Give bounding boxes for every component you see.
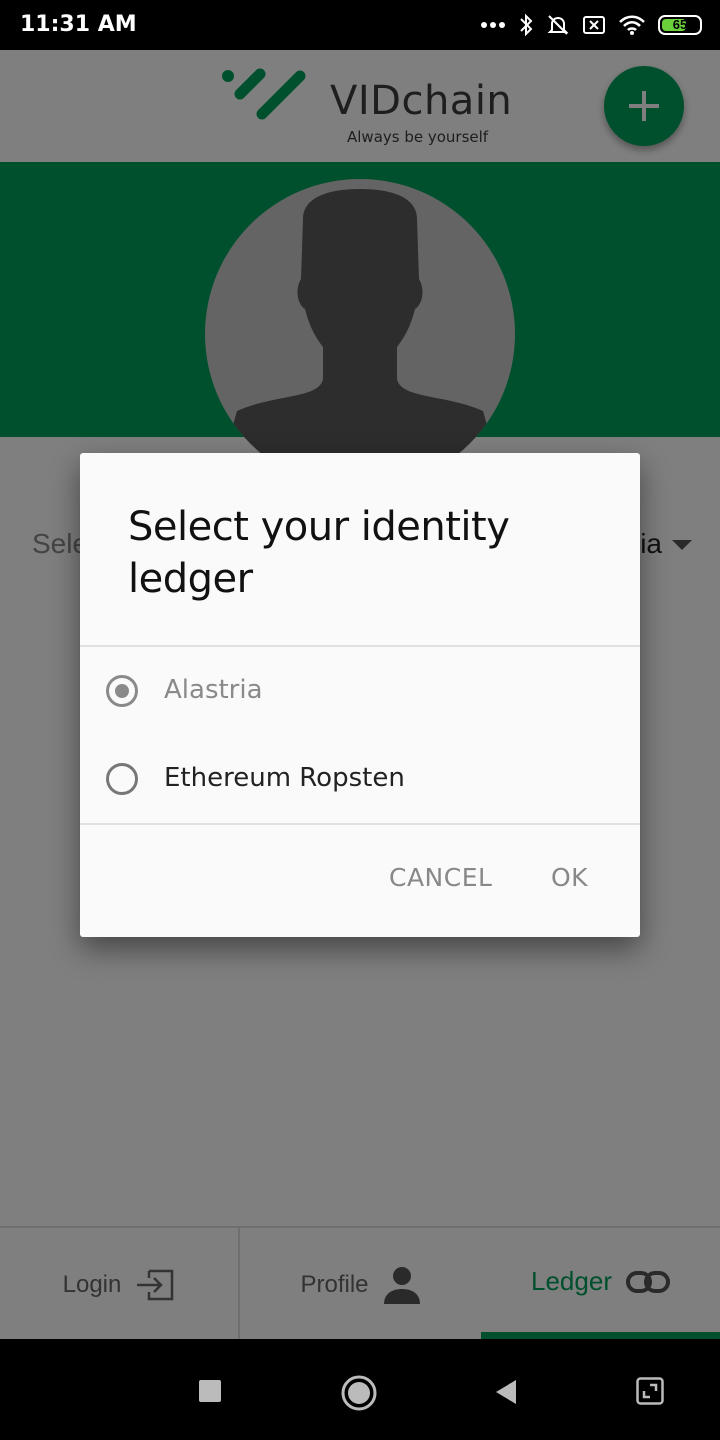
radio-unselected-icon[interactable] bbox=[106, 763, 138, 795]
battery-icon: 65 bbox=[658, 15, 702, 35]
status-icons: 65 bbox=[480, 10, 702, 40]
home-button-icon[interactable] bbox=[341, 1375, 377, 1411]
dialog-divider-top bbox=[80, 645, 640, 647]
option-alastria[interactable]: Alastria bbox=[80, 653, 640, 733]
battery-level: 65 bbox=[672, 17, 688, 32]
screen-mode-button-icon[interactable] bbox=[636, 1377, 664, 1405]
dialog-title: Select your identity ledger bbox=[128, 504, 510, 602]
option-ethereum-ropsten[interactable]: Ethereum Ropsten bbox=[80, 741, 640, 821]
bluetooth-icon bbox=[520, 13, 533, 37]
back-button-icon[interactable] bbox=[494, 1380, 518, 1404]
ledger-dialog: Select your identity ledger Alastria Eth… bbox=[80, 453, 640, 937]
status-time: 11:31 AM bbox=[20, 12, 137, 37]
status-bar: 11:31 AM 65 bbox=[0, 0, 720, 50]
radio-selected-icon[interactable] bbox=[106, 675, 138, 707]
system-nav-bar bbox=[0, 1339, 720, 1440]
option-label: Alastria bbox=[164, 675, 263, 705]
mute-bell-icon bbox=[547, 15, 569, 35]
sim-x-icon bbox=[583, 16, 605, 34]
wifi-icon bbox=[619, 15, 645, 35]
option-label: Ethereum Ropsten bbox=[164, 763, 405, 793]
more-dots-icon bbox=[481, 22, 505, 28]
dialog-divider-bottom bbox=[80, 823, 640, 825]
ok-button[interactable]: OK bbox=[551, 863, 588, 892]
recents-button-icon[interactable] bbox=[199, 1380, 221, 1402]
cancel-button[interactable]: CANCEL bbox=[389, 863, 492, 892]
